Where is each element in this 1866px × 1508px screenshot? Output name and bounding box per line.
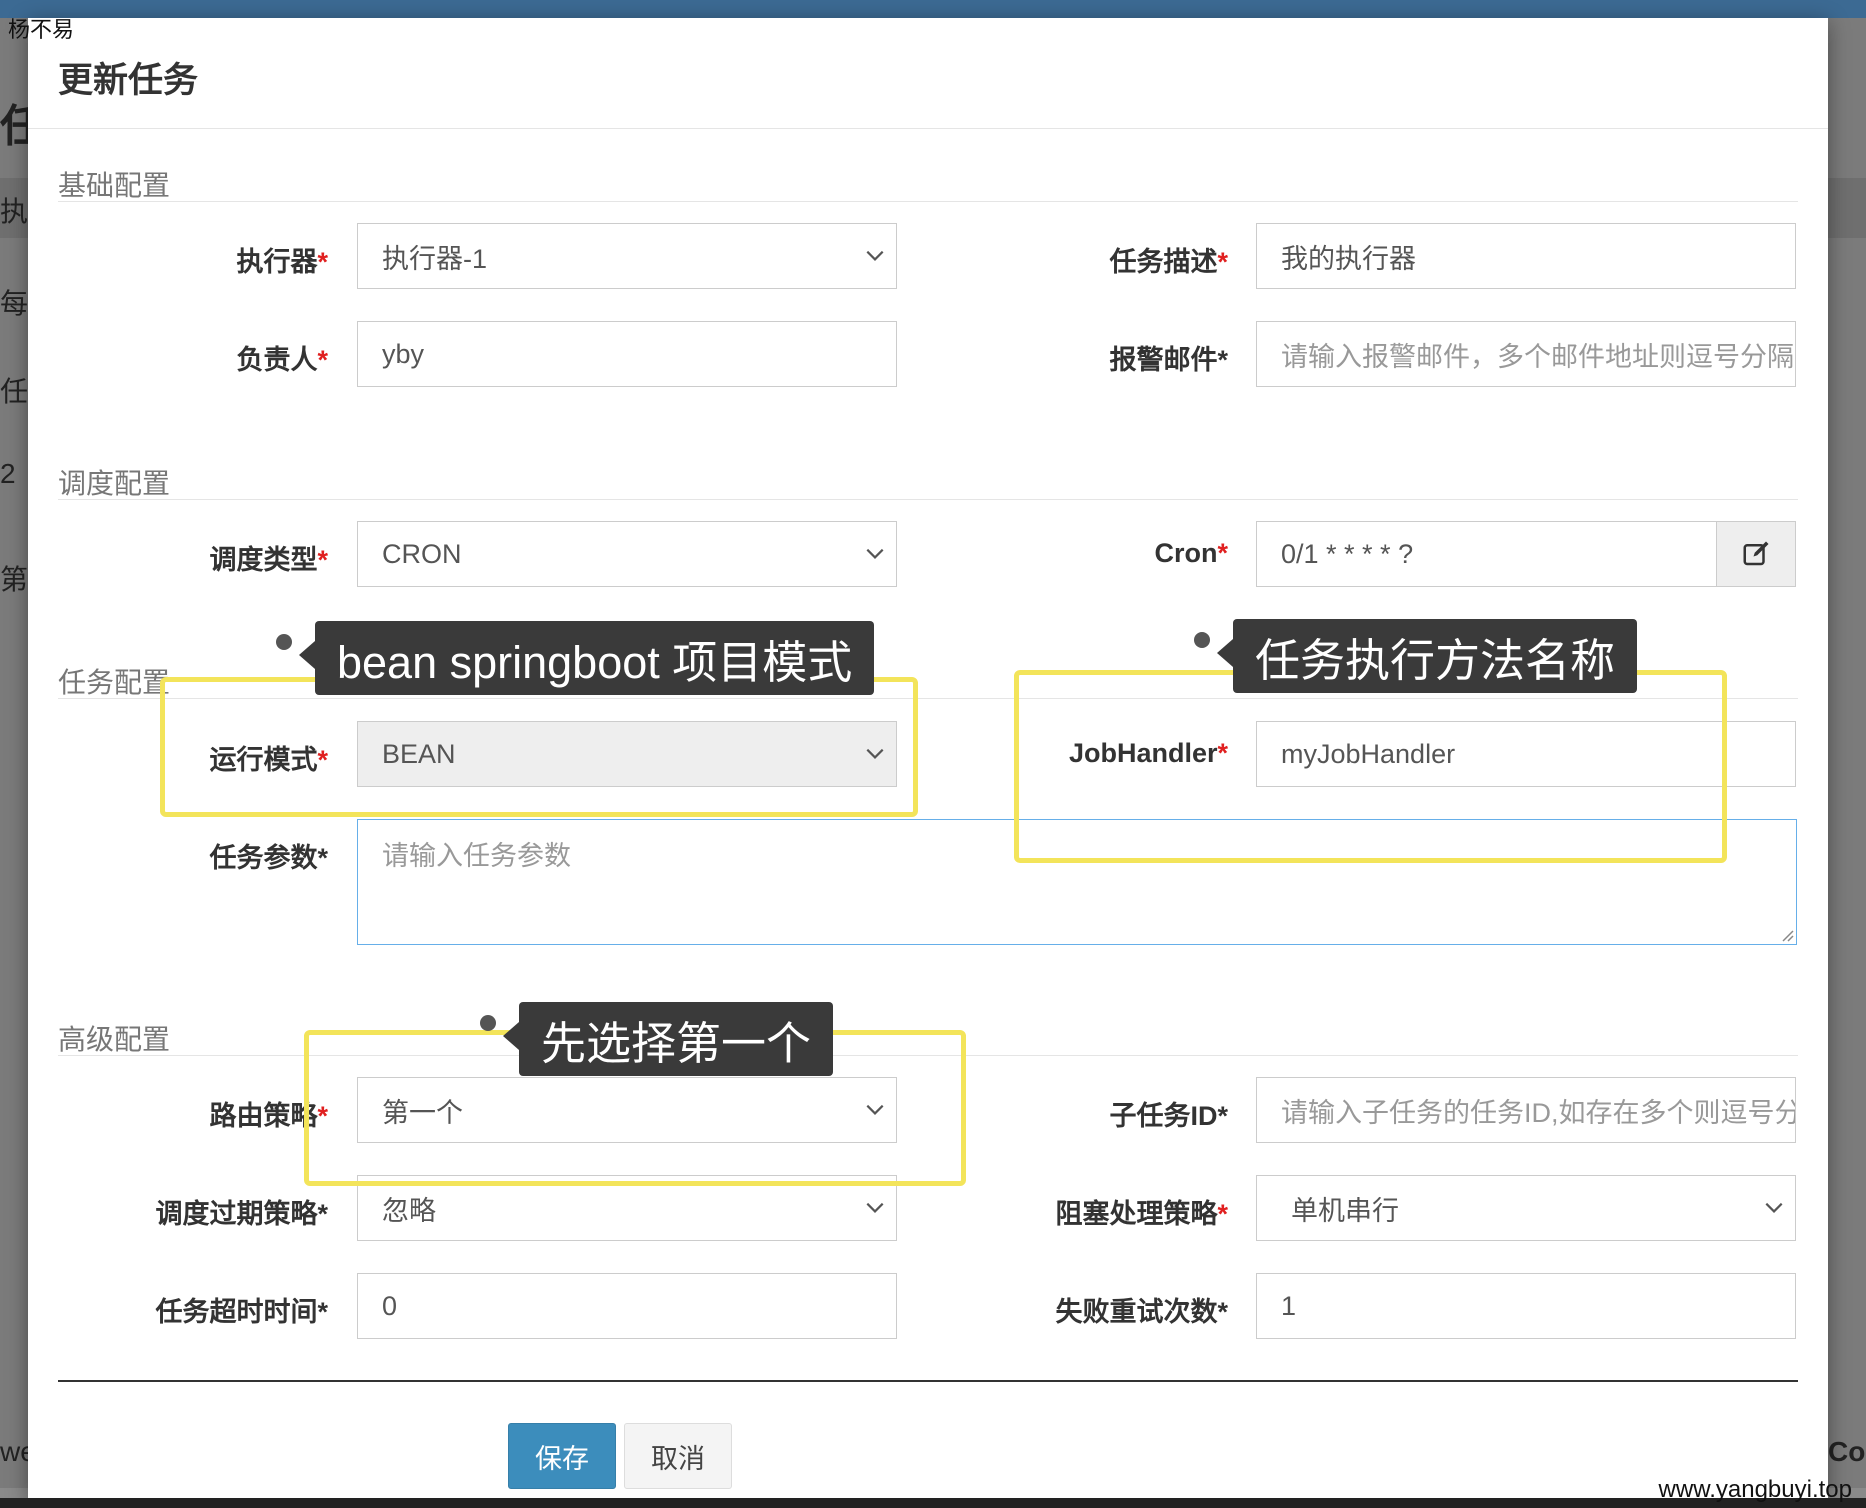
section-advanced-title: 高级配置 xyxy=(58,1024,171,1055)
executor-label: 执行器* xyxy=(236,247,328,277)
bg-fragment: 2 xyxy=(0,458,16,489)
block-strategy-label: 阻塞处理策略* xyxy=(1055,1199,1228,1229)
retry-input[interactable]: 1 xyxy=(1256,1273,1796,1339)
bottom-bar xyxy=(0,1498,1866,1508)
modal-header: 更新任务 xyxy=(28,18,1828,129)
alarm-email-label: 报警邮件* xyxy=(1109,345,1228,375)
edit-icon xyxy=(1743,541,1769,566)
chevron-down-icon xyxy=(1765,1202,1783,1213)
cron-label: Cron* xyxy=(1154,538,1228,568)
child-job-id-label: 子任务ID* xyxy=(1109,1101,1228,1131)
description-label: 任务描述* xyxy=(1109,247,1228,277)
owner-label: 负责人* xyxy=(236,345,328,375)
chevron-down-icon xyxy=(866,1202,884,1213)
annotation-dot xyxy=(1194,632,1210,648)
annotation-handler-name: 任务执行方法名称 xyxy=(1216,619,1638,693)
chevron-down-icon xyxy=(866,250,884,261)
form-footer-divider xyxy=(58,1380,1798,1382)
retry-label: 失败重试次数* xyxy=(1055,1297,1228,1327)
owner-input[interactable]: yby xyxy=(357,321,897,387)
cron-input[interactable]: 0/1 * * * * ? xyxy=(1256,521,1796,587)
section-divider xyxy=(58,499,1798,500)
child-job-id-input[interactable]: 请输入子任务的任务ID,如存在多个则逗号分隔 xyxy=(1256,1077,1796,1143)
section-divider xyxy=(58,201,1798,202)
timeout-input[interactable]: 0 xyxy=(357,1273,897,1339)
schedule-type-label: 调度类型* xyxy=(209,545,328,575)
alarm-email-input[interactable]: 请输入报警邮件，多个邮件地址则逗号分隔 xyxy=(1256,321,1796,387)
executor-select[interactable]: 执行器-1 xyxy=(357,223,897,289)
highlight-job-handler xyxy=(1014,670,1727,863)
misfire-strategy-label: 调度过期策略* xyxy=(155,1199,328,1229)
section-basic-title: 基础配置 xyxy=(58,170,171,201)
highlight-run-mode xyxy=(160,677,918,817)
modal-title: 更新任务 xyxy=(58,61,199,100)
annotation-dot xyxy=(480,1015,496,1031)
save-button[interactable]: 保存 xyxy=(508,1423,616,1489)
annotation-route-first: 先选择第一个 xyxy=(502,1002,834,1076)
bg-fragment: Co xyxy=(1828,1436,1866,1467)
description-input[interactable]: 我的执行器 xyxy=(1256,223,1796,289)
watermark-site: www.yangbuyi.top xyxy=(1658,1476,1852,1503)
cron-edit-button[interactable] xyxy=(1716,522,1795,586)
cancel-button[interactable]: 取消 xyxy=(624,1423,732,1489)
task-params-label: 任务参数* xyxy=(209,843,328,873)
resize-handle-icon[interactable] xyxy=(1780,928,1794,942)
schedule-type-select[interactable]: CRON xyxy=(357,521,897,587)
annotation-bean-mode: bean springboot 项目模式 xyxy=(298,621,875,695)
section-task-title: 任务配置 xyxy=(58,667,171,698)
chevron-down-icon xyxy=(866,548,884,559)
block-strategy-select[interactable]: 单机串行 xyxy=(1256,1175,1796,1241)
section-schedule-title: 调度配置 xyxy=(58,468,171,499)
watermark-user: 杨不易 xyxy=(8,17,75,42)
timeout-label: 任务超时时间* xyxy=(155,1297,328,1327)
app-top-bar xyxy=(0,0,1866,18)
route-strategy-label: 路由策略* xyxy=(209,1101,328,1131)
annotation-dot xyxy=(276,634,292,650)
